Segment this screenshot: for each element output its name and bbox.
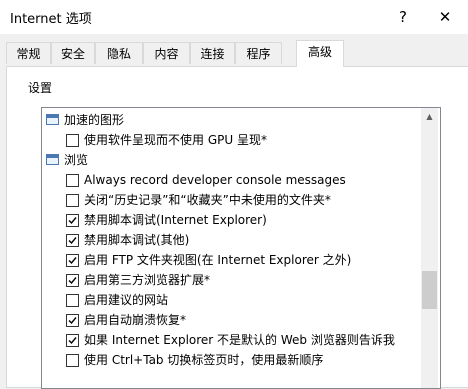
option-software-rendering[interactable]: 使用软件呈现而不使用 GPU 呈现* bbox=[42, 130, 422, 151]
tab-strip: 常规 安全 隐私 内容 连接 程序 高级 bbox=[6, 40, 468, 67]
checkbox-checked[interactable] bbox=[66, 254, 79, 267]
option-label: Always record developer console messages bbox=[84, 173, 346, 187]
checkbox-checked[interactable] bbox=[66, 334, 79, 347]
checkbox[interactable] bbox=[66, 134, 79, 147]
tab-advanced[interactable]: 高级 bbox=[296, 40, 344, 67]
option-label: 启用 FTP 文件夹视图(在 Internet Explorer 之外) bbox=[84, 253, 352, 267]
checkbox-checked[interactable] bbox=[66, 314, 79, 327]
tab-connections[interactable]: 连接 bbox=[190, 42, 235, 64]
option-label: 启用自动崩溃恢复* bbox=[84, 313, 187, 327]
option-label: 使用软件呈现而不使用 GPU 呈现* bbox=[84, 133, 267, 147]
option-crash-recovery[interactable]: 启用自动崩溃恢复* bbox=[42, 310, 422, 331]
vertical-scrollbar[interactable]: ▲ bbox=[421, 108, 438, 388]
window-title: Internet 选项 bbox=[10, 12, 92, 27]
category-icon bbox=[46, 154, 59, 165]
option-third-party-extensions[interactable]: 启用第三方浏览器扩展* bbox=[42, 270, 422, 291]
tab-security[interactable]: 安全 bbox=[51, 42, 95, 64]
option-label: 关闭“历史记录”和“收藏夹”中未使用的文件夹* bbox=[84, 193, 331, 207]
option-developer-console[interactable]: Always record developer console messages bbox=[42, 170, 422, 191]
category-accelerated-graphics[interactable]: 加速的图形 bbox=[42, 110, 422, 131]
option-label: 启用第三方浏览器扩展* bbox=[84, 273, 211, 287]
tab-content[interactable]: 内容 bbox=[143, 42, 190, 64]
title-bar: Internet 选项 ? ✕ bbox=[0, 0, 468, 34]
option-label: 启用建议的网站 bbox=[84, 293, 169, 307]
checkbox[interactable] bbox=[66, 294, 79, 307]
checkbox[interactable] bbox=[66, 194, 79, 207]
checkbox-checked[interactable] bbox=[66, 274, 79, 287]
close-button[interactable]: ✕ bbox=[425, 3, 465, 31]
category-label: 加速的图形 bbox=[64, 113, 125, 127]
checkbox[interactable] bbox=[66, 354, 79, 367]
option-suggested-sites[interactable]: 启用建议的网站 bbox=[42, 290, 422, 311]
option-default-browser-notify[interactable]: 如果 Internet Explorer 不是默认的 Web 浏览器则告诉我 bbox=[42, 330, 422, 351]
option-label: 禁用脚本调试(Internet Explorer) bbox=[84, 213, 267, 227]
option-ctrl-tab-order[interactable]: 使用 Ctrl+Tab 切换标签页时，使用最新顺序 bbox=[42, 350, 422, 371]
option-close-unused-folders[interactable]: 关闭“历史记录”和“收藏夹”中未使用的文件夹* bbox=[42, 190, 422, 211]
option-label: 如果 Internet Explorer 不是默认的 Web 浏览器则告诉我 bbox=[84, 333, 395, 347]
settings-tree[interactable]: 加速的图形 使用软件呈现而不使用 GPU 呈现* 浏览 Always recor… bbox=[41, 107, 441, 389]
help-button[interactable]: ? bbox=[383, 3, 423, 31]
option-label: 禁用脚本调试(其他) bbox=[84, 233, 190, 247]
option-label: 使用 Ctrl+Tab 切换标签页时，使用最新顺序 bbox=[84, 353, 324, 367]
option-disable-script-debug-ie[interactable]: 禁用脚本调试(Internet Explorer) bbox=[42, 210, 422, 231]
tab-general[interactable]: 常规 bbox=[6, 42, 51, 64]
checkbox-checked[interactable] bbox=[66, 234, 79, 247]
scroll-up-icon[interactable]: ▲ bbox=[421, 108, 438, 125]
settings-group-label: 设置 bbox=[28, 81, 53, 95]
category-browsing[interactable]: 浏览 bbox=[42, 150, 422, 171]
scroll-thumb[interactable] bbox=[422, 271, 437, 309]
option-ftp-folder-view[interactable]: 启用 FTP 文件夹视图(在 Internet Explorer 之外) bbox=[42, 250, 422, 271]
category-icon bbox=[46, 114, 59, 125]
checkbox-checked[interactable] bbox=[66, 214, 79, 227]
category-label: 浏览 bbox=[64, 153, 89, 167]
option-disable-script-debug-other[interactable]: 禁用脚本调试(其他) bbox=[42, 230, 422, 251]
tab-privacy[interactable]: 隐私 bbox=[95, 42, 143, 64]
checkbox[interactable] bbox=[66, 174, 79, 187]
tab-programs[interactable]: 程序 bbox=[235, 42, 282, 64]
